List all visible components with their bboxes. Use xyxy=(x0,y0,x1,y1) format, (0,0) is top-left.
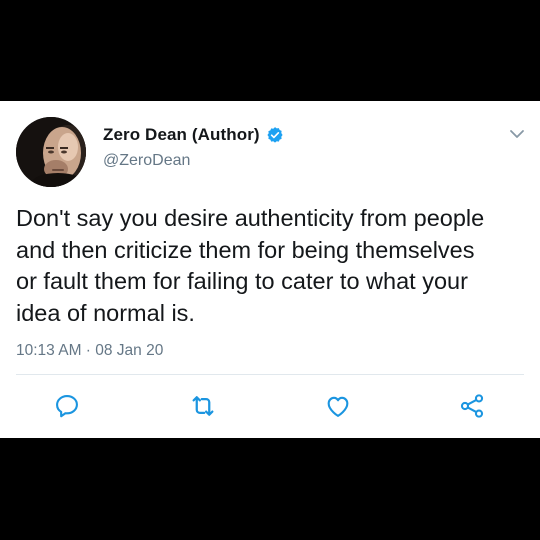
divider xyxy=(16,374,524,375)
profile-photo-icon xyxy=(16,117,86,187)
tweet-card: Zero Dean (Author) @ZeroDean Don't say y… xyxy=(0,101,540,438)
retweet-button[interactable] xyxy=(187,390,219,422)
heart-icon xyxy=(327,396,349,417)
action-bar xyxy=(0,390,540,422)
tweet-text: Don't say you desire authenticity from p… xyxy=(16,203,526,329)
chevron-down-icon[interactable] xyxy=(508,127,526,141)
share-icon xyxy=(460,394,484,418)
tweet-text-line: or fault them for failing to cater to wh… xyxy=(16,268,468,294)
tweet-text-line: idea of normal is. xyxy=(16,299,195,326)
reply-button[interactable] xyxy=(51,390,83,422)
like-button[interactable] xyxy=(322,390,354,422)
author-handle[interactable]: @ZeroDean xyxy=(103,152,190,170)
tweet-text-line: and then criticize them for being themse… xyxy=(16,236,475,263)
share-button[interactable] xyxy=(456,390,488,422)
comment-icon xyxy=(56,395,78,418)
verified-badge-icon xyxy=(266,126,284,144)
retweet-icon xyxy=(192,396,214,416)
display-name[interactable]: Zero Dean (Author) xyxy=(103,125,260,145)
tweet-text-line: Don't say you desire authenticity from p… xyxy=(16,205,485,231)
screenshot-frame: Zero Dean (Author) @ZeroDean Don't say y… xyxy=(0,0,540,540)
avatar[interactable] xyxy=(16,117,86,187)
author-row: Zero Dean (Author) xyxy=(103,123,284,147)
timestamp[interactable]: 10:13 AM · 08 Jan 20 xyxy=(16,342,163,360)
